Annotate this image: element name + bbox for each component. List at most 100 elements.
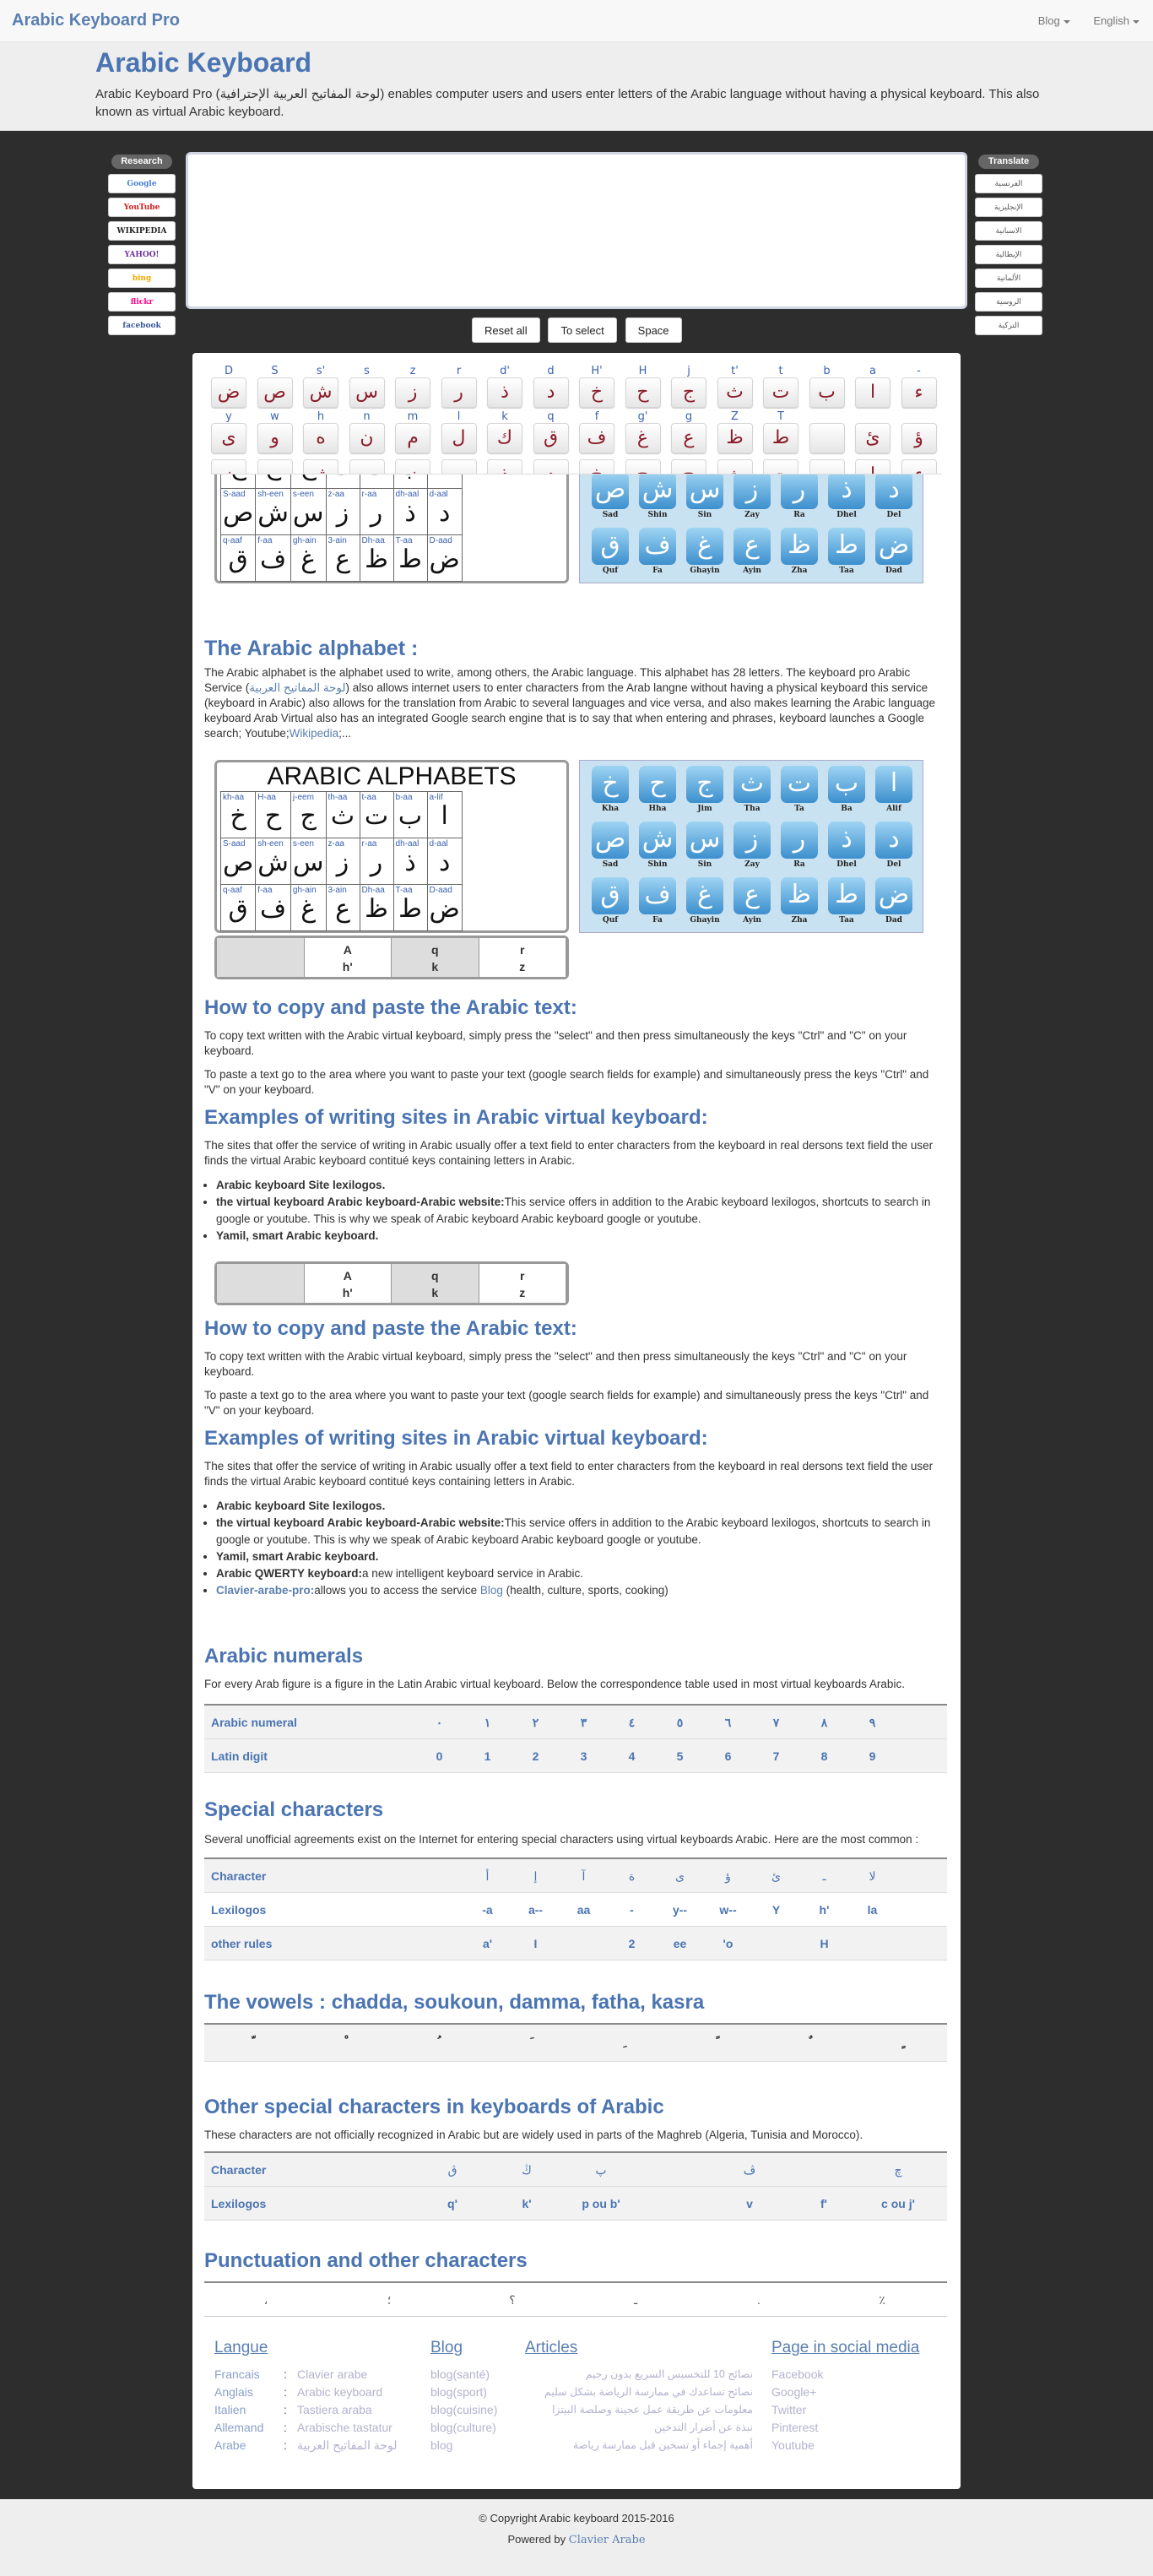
keyboard-key[interactable]: ئ <box>855 410 890 453</box>
keyboard-key[interactable]: -ء <box>901 365 937 408</box>
keyboard-key[interactable]: s' ش <box>303 365 338 408</box>
keyboard-key[interactable]: H' خ <box>579 365 614 408</box>
keyboard-key[interactable]: sس <box>349 365 385 408</box>
keyboard-key-partial[interactable]: خ <box>579 459 614 474</box>
keyboard-key-partial[interactable]: ث <box>717 459 753 474</box>
keyboard-key-partial[interactable]: د <box>533 459 569 474</box>
keyboard-key-partial[interactable]: ص <box>257 459 293 474</box>
research-facebook-button[interactable]: facebook <box>108 316 176 335</box>
keyboard-key[interactable]: fف <box>579 410 614 453</box>
keyboard-key[interactable]: dد <box>533 365 569 408</box>
keyboard-key[interactable]: jج <box>671 365 706 408</box>
translate-option-button[interactable]: الإيطالية <box>975 245 1042 264</box>
footer-lang-link[interactable]: Tastiera araba <box>297 2403 372 2416</box>
keyboard-key-partial[interactable]: ض <box>211 459 246 474</box>
arabic-text-area[interactable] <box>186 152 967 309</box>
footer-lang-item[interactable]: Francais: Clavier arabe <box>214 2366 397 2383</box>
footer-lang-link[interactable]: لوحة المفاتيح العربية <box>297 2438 397 2452</box>
footer-blog-link[interactable]: blog(sport) <box>430 2383 497 2401</box>
footer-social-link[interactable]: Facebook <box>771 2366 919 2383</box>
research-google-button[interactable]: Google <box>108 174 176 193</box>
reset-all-button[interactable]: Reset all <box>472 317 540 343</box>
keyboard-key[interactable]: yى <box>211 410 246 453</box>
keyboard-key-partial[interactable]: ش <box>303 459 338 474</box>
footer-blog-link[interactable]: blog(cuisine) <box>430 2401 497 2419</box>
keyboard-key[interactable]: Tط <box>763 410 798 453</box>
keyboard-key[interactable]: hه <box>303 410 338 453</box>
footer-social-link[interactable]: Google+ <box>771 2383 919 2401</box>
footer-blog-link[interactable]: blog(culture) <box>430 2419 497 2437</box>
translate-option-button[interactable]: الإنجليزية <box>975 198 1042 217</box>
footer-article-link[interactable]: نصائح تساعدك في ممارسة الرياضة بشكل سليم <box>525 2383 753 2401</box>
list-item-clavier[interactable]: Clavier-arabe-pro: <box>216 1584 314 1597</box>
keyboard-key[interactable]: t' ث <box>717 365 753 408</box>
translate-option-button[interactable]: الاسبانية <box>975 221 1042 241</box>
keyboard-key[interactable]: Sص <box>257 365 293 408</box>
research-flickr-button[interactable]: flickr <box>108 292 176 312</box>
keyboard-key-partial[interactable]: ر <box>441 459 477 474</box>
select-button[interactable]: To select <box>548 317 617 343</box>
arabic-keyboard-link[interactable]: لوحة المفاتيح العربية <box>249 681 345 694</box>
keyboard-key[interactable]: ؤ <box>901 410 937 453</box>
keyboard-key-partial[interactable]: ح <box>625 459 661 474</box>
footer-social-link[interactable]: Pinterest <box>771 2419 919 2437</box>
research-wikipedia-button[interactable]: WIKIPEDIA <box>108 221 176 241</box>
footer-lang-link[interactable]: Clavier arabe <box>297 2367 367 2381</box>
keyboard-key-partial[interactable]: ج <box>671 459 706 474</box>
keyboard-key[interactable]: Dض <box>211 365 246 408</box>
wikipedia-link[interactable]: Wikipedia <box>290 727 339 740</box>
keyboard-key[interactable]: wو <box>257 410 293 453</box>
keyboard-key[interactable]: gع <box>671 410 706 453</box>
alphabet-key-icon: غ <box>686 877 723 914</box>
keyboard-key[interactable]: d' ذ <box>487 365 522 408</box>
footer-blog-link[interactable]: blog(santé) <box>430 2366 497 2383</box>
footer-social-link[interactable]: Twitter <box>771 2401 919 2419</box>
translate-option-button[interactable]: التركية <box>975 316 1042 335</box>
blog-menu[interactable]: Blog <box>1038 14 1070 27</box>
translate-option-button[interactable]: الفرنسية <box>975 174 1042 193</box>
language-menu[interactable]: English <box>1093 14 1139 27</box>
footer-article-link[interactable]: نصائح 10 للتخسيس السريع بدون رجيم <box>525 2366 753 2383</box>
keyboard-key[interactable]: rر <box>441 365 477 408</box>
research-bing-button[interactable]: bing <box>108 268 176 288</box>
brand-link[interactable]: Arabic Keyboard Pro <box>12 11 180 30</box>
research-yahoo-button[interactable]: YAHOO! <box>108 245 176 264</box>
keyboard-key[interactable]: kك <box>487 410 522 453</box>
footer-lang-link[interactable]: Arabic keyboard <box>297 2385 382 2399</box>
footer-lang-link[interactable]: Arabische tastatur <box>297 2421 392 2434</box>
keyboard-key-partial[interactable]: س <box>349 459 385 474</box>
footer-blog-link[interactable]: blog <box>430 2437 497 2454</box>
keyboard-key[interactable]: g' غ <box>625 410 661 453</box>
keyboard-key-partial[interactable]: ت <box>763 459 798 474</box>
keyboard-key-partial[interactable]: ا <box>855 459 890 474</box>
research-youtube-button[interactable]: YouTube <box>108 198 176 217</box>
keyboard-key-partial[interactable]: ب <box>809 459 845 474</box>
footer-lang-item[interactable]: Arabe: لوحة المفاتيح العربية <box>214 2437 397 2454</box>
footer-article-link[interactable]: نبذة عن أضرار التدخين <box>525 2419 753 2437</box>
keyboard-key-partial[interactable]: ذ <box>487 459 522 474</box>
keyboard-key[interactable]: Hح <box>625 365 661 408</box>
space-button[interactable]: Space <box>625 317 682 343</box>
keyboard-key[interactable] <box>809 410 845 453</box>
footer-lang-item[interactable]: Italien: Tastiera araba <box>214 2401 397 2419</box>
keyboard-key[interactable]: zز <box>395 365 430 408</box>
keyboard-key[interactable]: Zظ <box>717 410 753 453</box>
keyboard-key[interactable]: bب <box>809 365 845 408</box>
translate-option-button[interactable]: الألمانية <box>975 268 1042 288</box>
keyboard-key[interactable]: nن <box>349 410 385 453</box>
footer-article-link[interactable]: أهمية إجماء أو تسخين قبل ممارسة رياضة <box>525 2437 753 2454</box>
footer-lang-item[interactable]: Anglais: Arabic keyboard <box>214 2383 397 2401</box>
keyboard-key[interactable]: mم <box>395 410 430 453</box>
keyboard-key[interactable]: aا <box>855 365 890 408</box>
footer-article-link[interactable]: معلومات عن طريقة عمل عجينة وصلصة البيتزا <box>525 2401 753 2419</box>
keyboard-key-partial[interactable]: ز <box>395 459 430 474</box>
keyboard-key[interactable]: lل <box>441 410 477 453</box>
keyboard-key[interactable]: tت <box>763 365 798 408</box>
footer-lang-item[interactable]: Allemand: Arabische tastatur <box>214 2419 397 2437</box>
keyboard-key[interactable]: qق <box>533 410 569 453</box>
blog-link[interactable]: Blog <box>480 1584 503 1597</box>
translate-option-button[interactable]: الروسية <box>975 292 1042 312</box>
footer-social-link[interactable]: Youtube <box>771 2437 919 2454</box>
keyboard-key-partial[interactable]: ء <box>901 459 937 474</box>
clavier-arabe-link[interactable]: Clavier Arabe <box>569 2534 646 2546</box>
